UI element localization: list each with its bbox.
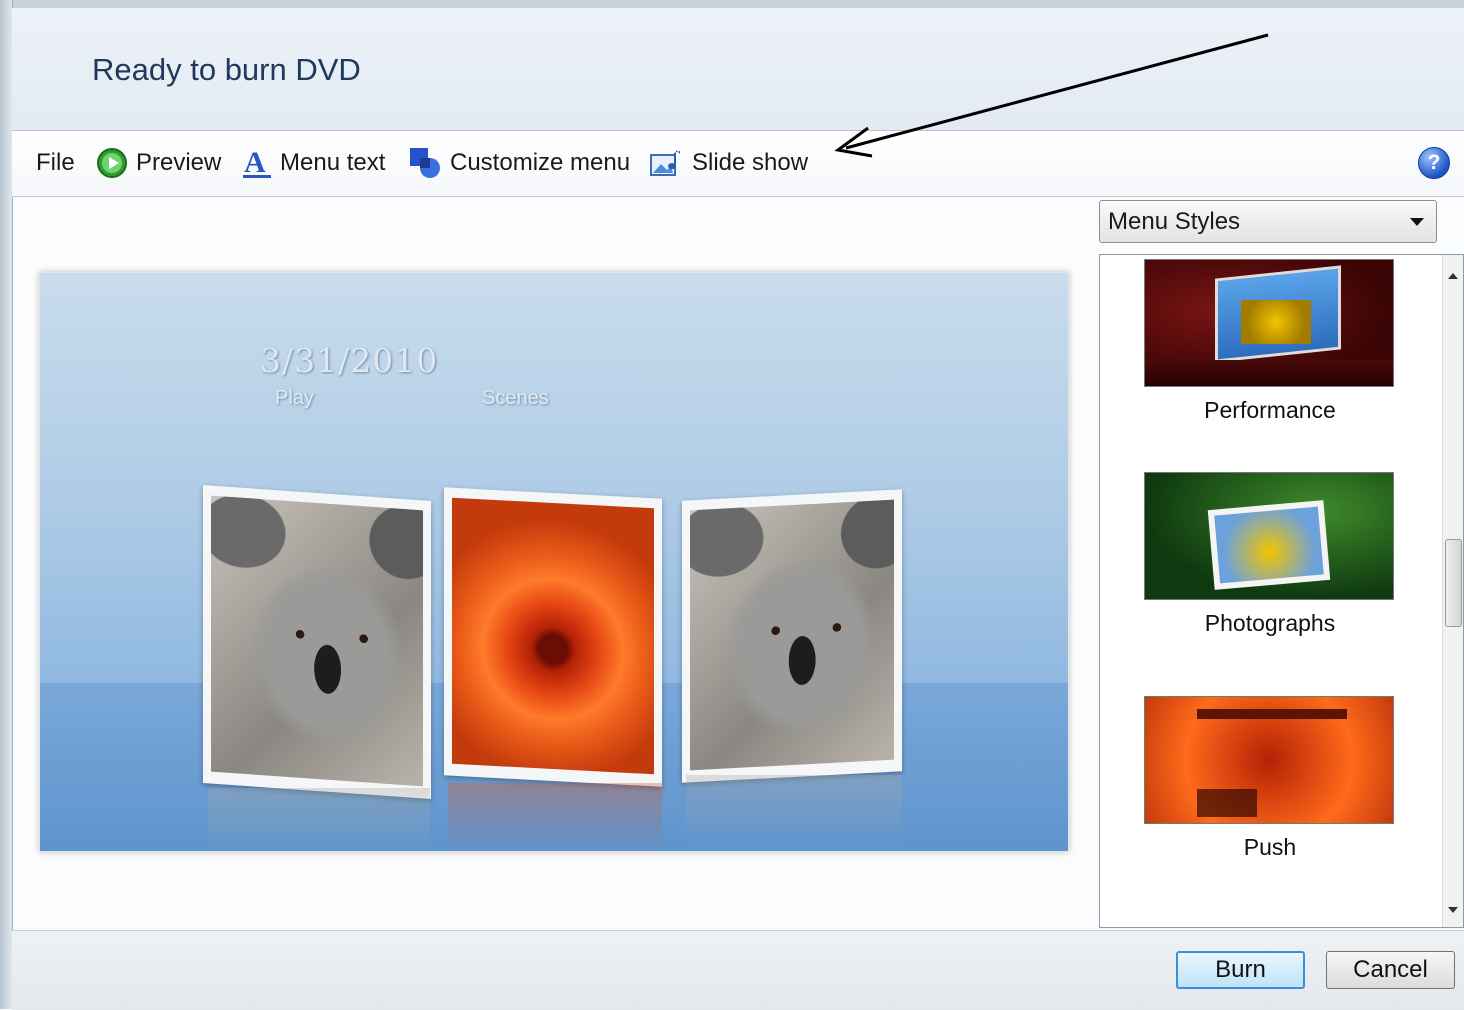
koala-photo: [211, 495, 423, 787]
disc-title-text: 3/31/2010: [260, 341, 439, 380]
style-label: Performance: [1204, 397, 1336, 423]
style-item-photographs[interactable]: Photographs: [1144, 472, 1396, 637]
scroll-thumb[interactable]: [1445, 539, 1462, 627]
flower-photo: [452, 497, 654, 775]
menu-styles-list: Performance Photographs Push: [1099, 254, 1464, 928]
style-label: Photographs: [1204, 610, 1336, 636]
chevron-down-icon: [1410, 218, 1424, 226]
style-item-push[interactable]: Push: [1144, 696, 1396, 861]
style-item-performance[interactable]: Performance: [1144, 259, 1396, 424]
style-thumbnail: [1144, 259, 1394, 387]
koala-photo-2: [690, 499, 894, 771]
menu-preview: 3/31/2010 Play Scenes: [39, 272, 1069, 852]
style-label: Push: [1243, 834, 1297, 860]
scroll-up-arrow-icon[interactable]: [1448, 273, 1458, 279]
play-menu-link[interactable]: Play: [275, 387, 314, 410]
koala-photo-card-2: [682, 489, 902, 783]
cancel-button[interactable]: Cancel: [1326, 951, 1455, 989]
koala-photo-card: [203, 485, 431, 799]
photo-reflection: [686, 775, 902, 845]
burn-button[interactable]: Burn: [1176, 951, 1305, 989]
photo-reflection: [208, 788, 430, 851]
photo-reflection: [448, 783, 662, 851]
flower-photo-card: [444, 487, 662, 787]
menu-styles-dropdown-value: Menu Styles: [1108, 207, 1241, 235]
style-thumbnail: [1144, 472, 1394, 600]
wizard-footer: Burn Cancel: [12, 930, 1464, 1010]
menu-styles-dropdown[interactable]: Menu Styles: [1099, 200, 1437, 243]
style-thumbnail: [1144, 696, 1394, 824]
styles-scrollbar[interactable]: [1442, 255, 1463, 927]
scenes-menu-link[interactable]: Scenes: [482, 387, 549, 410]
scroll-down-arrow-icon[interactable]: [1448, 907, 1458, 913]
